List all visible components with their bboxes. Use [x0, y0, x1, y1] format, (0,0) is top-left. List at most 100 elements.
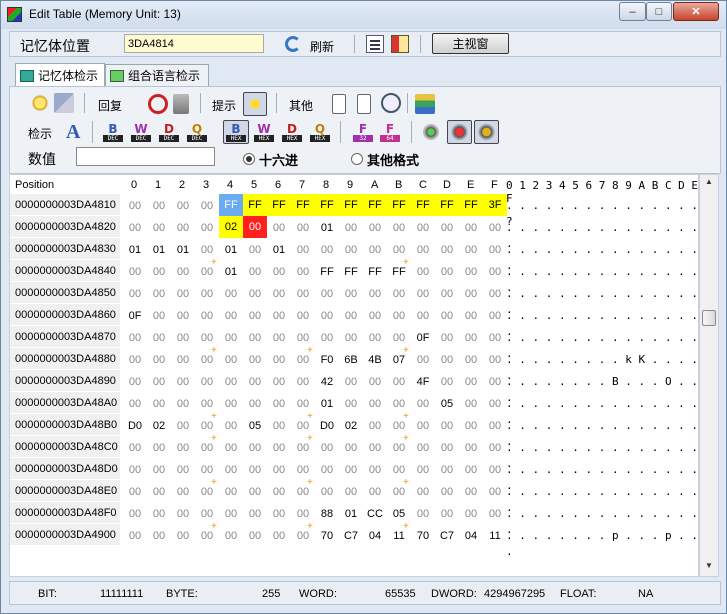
- byte-cell[interactable]: 00: [339, 462, 363, 478]
- byte-cell[interactable]: 00: [483, 440, 507, 456]
- byte-cell[interactable]: 00: [267, 220, 291, 236]
- byte-cell[interactable]: D0: [123, 418, 147, 434]
- byte-cell[interactable]: 00: [219, 484, 243, 500]
- byte-cell[interactable]: 00: [363, 462, 387, 478]
- byte-cell[interactable]: 00: [147, 440, 171, 456]
- byte-cell[interactable]: 00: [363, 396, 387, 412]
- byte-cell[interactable]: 00: [243, 374, 267, 390]
- byte-cell[interactable]: 00: [171, 396, 195, 412]
- vertical-scrollbar[interactable]: ▲ ▼: [699, 174, 719, 577]
- other-label[interactable]: 其他: [289, 97, 313, 114]
- byte-cell[interactable]: FF: [363, 194, 387, 216]
- byte-cell[interactable]: FF: [459, 194, 483, 216]
- byte-cell[interactable]: 00: [411, 484, 435, 500]
- byte-cell[interactable]: 00: [267, 440, 291, 456]
- byte-cell[interactable]: 00: [147, 198, 171, 214]
- byte-cell[interactable]: 00: [363, 484, 387, 500]
- byte-cell[interactable]: 00: [435, 440, 459, 456]
- byte-cell[interactable]: 00: [291, 374, 315, 390]
- byte-cell[interactable]: 00: [363, 220, 387, 236]
- restore-label[interactable]: 回复: [98, 97, 122, 114]
- byte-cell[interactable]: 6B: [339, 352, 363, 368]
- byte-cell[interactable]: 00: [315, 440, 339, 456]
- byte-cell[interactable]: 00: [171, 198, 195, 214]
- stack-icon[interactable]: [415, 94, 435, 114]
- byte-cell[interactable]: FF: [291, 194, 315, 216]
- byte-cell[interactable]: 00: [459, 506, 483, 522]
- byte-cell[interactable]: 00: [123, 264, 147, 280]
- byte-cell[interactable]: 00: [435, 418, 459, 434]
- qword-dec-icon[interactable]: Q DEC: [187, 122, 207, 142]
- byte-cell[interactable]: 00: [219, 286, 243, 302]
- word-hex-icon[interactable]: W HEX: [254, 122, 274, 142]
- byte-cell[interactable]: 00: [267, 330, 291, 346]
- byte-cell[interactable]: 00: [483, 352, 507, 368]
- byte-cell[interactable]: 00: [459, 242, 483, 258]
- book-icon[interactable]: [391, 35, 409, 53]
- document-icon[interactable]: [332, 94, 346, 114]
- byte-cell[interactable]: 02: [219, 216, 243, 238]
- byte-cell[interactable]: 04: [459, 528, 483, 544]
- byte-cell[interactable]: 00: [363, 242, 387, 258]
- byte-cell[interactable]: 00: [435, 506, 459, 522]
- byte-cell[interactable]: 00: [195, 308, 219, 324]
- byte-cell[interactable]: 05: [387, 506, 411, 522]
- byte-cell[interactable]: 00: [363, 286, 387, 302]
- byte-cell[interactable]: FF: [339, 194, 363, 216]
- byte-cell[interactable]: 00: [243, 242, 267, 258]
- byte-cell[interactable]: 00: [411, 286, 435, 302]
- byte-cell[interactable]: 05: [243, 418, 267, 434]
- byte-cell[interactable]: 00: [123, 330, 147, 346]
- byte-cell[interactable]: 00: [315, 308, 339, 324]
- byte-cell[interactable]: C7: [435, 528, 459, 544]
- minimize-button[interactable]: –: [619, 2, 646, 21]
- byte-cell[interactable]: 00: [219, 330, 243, 346]
- yellow-record-icon[interactable]: [474, 120, 499, 144]
- byte-cell[interactable]: 00: [123, 528, 147, 544]
- byte-cell[interactable]: 00: [411, 440, 435, 456]
- byte-cell[interactable]: 01: [315, 396, 339, 412]
- byte-cell[interactable]: 01: [219, 242, 243, 258]
- byte-cell[interactable]: 01: [339, 506, 363, 522]
- scroll-up-icon[interactable]: ▲: [702, 177, 716, 189]
- byte-cell[interactable]: 70: [315, 528, 339, 544]
- byte-cell[interactable]: 00: [411, 308, 435, 324]
- document-list-icon[interactable]: [366, 35, 384, 53]
- byte-cell[interactable]: 00: [315, 462, 339, 478]
- byte-cell[interactable]: 4F: [411, 374, 435, 390]
- byte-cell[interactable]: 00: [411, 352, 435, 368]
- other-format-radio[interactable]: [351, 153, 363, 165]
- byte-cell[interactable]: 00: [483, 242, 507, 258]
- byte-cell[interactable]: 00: [123, 352, 147, 368]
- byte-cell[interactable]: 00: [387, 374, 411, 390]
- byte-cell[interactable]: 00: [123, 286, 147, 302]
- byte-cell[interactable]: 00: [459, 484, 483, 500]
- byte-cell[interactable]: 00: [435, 330, 459, 346]
- byte-cell[interactable]: 00: [219, 528, 243, 544]
- byte-cell[interactable]: FF: [267, 194, 291, 216]
- byte-cell[interactable]: 00: [123, 396, 147, 412]
- byte-cell[interactable]: 00: [147, 352, 171, 368]
- byte-cell[interactable]: 00: [339, 286, 363, 302]
- byte-cell[interactable]: 00: [435, 352, 459, 368]
- byte-cell[interactable]: 00: [171, 220, 195, 236]
- byte-cell[interactable]: 0F: [123, 308, 147, 324]
- byte-cell[interactable]: 00: [483, 308, 507, 324]
- byte-cell[interactable]: 01: [171, 242, 195, 258]
- byte-cell[interactable]: 00: [435, 484, 459, 500]
- byte-cell[interactable]: 00: [291, 286, 315, 302]
- byte-cell[interactable]: D0: [315, 418, 339, 434]
- byte-cell[interactable]: 00: [267, 396, 291, 412]
- byte-cell[interactable]: 00: [267, 374, 291, 390]
- byte-cell[interactable]: 00: [243, 330, 267, 346]
- byte-cell[interactable]: 00: [387, 462, 411, 478]
- byte-cell[interactable]: 00: [243, 216, 267, 238]
- byte-cell[interactable]: FF: [339, 264, 363, 280]
- byte-cell[interactable]: 00: [339, 396, 363, 412]
- hex-radio[interactable]: [243, 153, 255, 165]
- byte-cell[interactable]: 00: [147, 286, 171, 302]
- byte-cell[interactable]: 00: [435, 220, 459, 236]
- byte-cell[interactable]: 00: [387, 396, 411, 412]
- other-format-radio-label[interactable]: 其他格式: [367, 150, 419, 169]
- byte-cell[interactable]: 00: [291, 220, 315, 236]
